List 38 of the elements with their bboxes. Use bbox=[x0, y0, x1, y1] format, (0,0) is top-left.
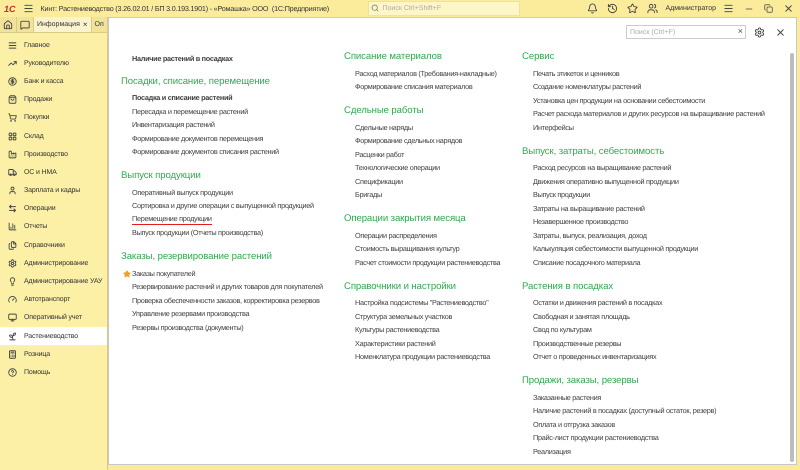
cart-icon bbox=[8, 113, 17, 122]
settings-icon bbox=[8, 258, 17, 268]
truck-icon bbox=[8, 168, 17, 177]
arrows-icon bbox=[8, 204, 17, 214]
section-heading: Выпуск, затраты, себестоимость bbox=[522, 144, 666, 158]
section-heading: Сервис bbox=[522, 50, 556, 64]
section-heading: Продажи, заказы, резервы bbox=[522, 374, 640, 388]
section-heading: Справочники и настройки bbox=[344, 280, 457, 294]
help-icon bbox=[8, 368, 17, 377]
trend-icon bbox=[8, 58, 17, 68]
bar-chart-icon bbox=[8, 222, 17, 232]
section-heading: Выпуск продукции bbox=[121, 169, 202, 183]
calculator-icon bbox=[8, 350, 17, 359]
list-icon bbox=[8, 40, 17, 50]
person-icon bbox=[8, 186, 17, 196]
section-heading: Сдельные работы bbox=[344, 104, 424, 118]
monitor-icon bbox=[8, 313, 17, 322]
settings-icon[interactable] bbox=[752, 25, 767, 39]
grid-icon bbox=[8, 132, 17, 141]
scrollbar[interactable] bbox=[789, 53, 795, 462]
search-icon bbox=[371, 4, 380, 12]
section-heading: Заказы, резервирование растений bbox=[121, 250, 273, 264]
documents-icon bbox=[8, 240, 17, 250]
star-icon[interactable] bbox=[625, 2, 640, 16]
close-icon[interactable]: × bbox=[82, 20, 88, 29]
section-heading: Операции закрытия месяца bbox=[344, 212, 467, 226]
bag-icon bbox=[8, 95, 17, 104]
section-heading: Посадки, списание, перемещение bbox=[121, 74, 271, 88]
sprout-icon bbox=[8, 332, 17, 341]
section-heading: Списание материалов bbox=[344, 50, 443, 64]
gauge-icon bbox=[8, 295, 17, 304]
coin-icon bbox=[8, 76, 17, 86]
section-heading: Растения в посадках bbox=[522, 280, 614, 294]
factory-icon bbox=[8, 150, 17, 159]
lightbulb-icon bbox=[8, 277, 17, 286]
app-logo[interactable]: 1С bbox=[4, 4, 16, 14]
clear-icon[interactable]: × bbox=[738, 26, 743, 37]
users-icon[interactable] bbox=[645, 2, 660, 16]
